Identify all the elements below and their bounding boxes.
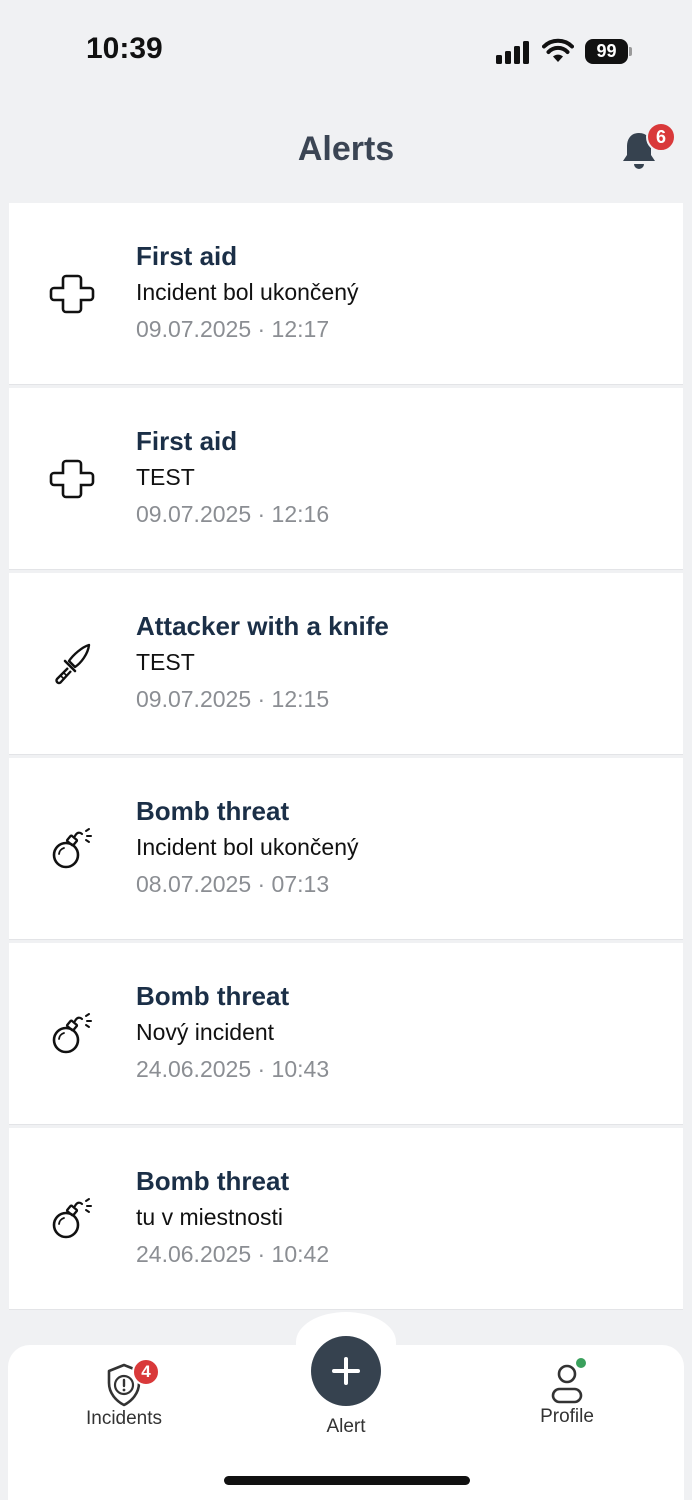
- tab-incidents[interactable]: 4 Incidents: [76, 1358, 172, 1430]
- status-bar: 10:39 99: [0, 0, 692, 100]
- alert-list-item[interactable]: First aid Incident bol ukončený 09.07.20…: [9, 203, 683, 384]
- alert-list-item[interactable]: Bomb threat tu v miestnosti 24.06.2025 ·…: [9, 1128, 683, 1309]
- bomb-icon: [52, 1198, 92, 1239]
- alert-message: TEST: [136, 464, 195, 490]
- alert-list-item[interactable]: Attacker with a knife TEST 09.07.2025 · …: [9, 573, 683, 754]
- new-alert-button[interactable]: [311, 1336, 381, 1406]
- alert-list-item[interactable]: Bomb threat Incident bol ukončený 08.07.…: [9, 758, 683, 939]
- notification-badge: 6: [646, 122, 676, 152]
- alert-timestamp: 09.07.2025 · 12:16: [136, 501, 330, 527]
- plus-icon: [332, 1357, 360, 1385]
- alert-message: tu v miestnosti: [136, 1204, 283, 1230]
- alert-timestamp: 08.07.2025 · 07:13: [136, 871, 330, 897]
- tab-profile[interactable]: Profile: [520, 1356, 614, 1428]
- alert-title: First aid: [136, 241, 238, 271]
- alert-title: Bomb threat: [136, 981, 290, 1011]
- battery-icon: 99: [585, 39, 632, 64]
- tab-alert-label: Alert: [326, 1416, 366, 1437]
- alert-list-item[interactable]: Bomb threat Nový incident 24.06.2025 · 1…: [9, 943, 683, 1124]
- alert-title: Bomb threat: [136, 796, 290, 826]
- battery-level: 99: [585, 39, 628, 64]
- alert-list: First aid Incident bol ukončený 09.07.20…: [9, 203, 683, 1313]
- alert-title: First aid: [136, 426, 238, 456]
- tab-incidents-label: Incidents: [85, 1408, 163, 1429]
- first-aid-cross-icon: [49, 459, 95, 499]
- tab-profile-label: Profile: [540, 1406, 594, 1427]
- status-time: 10:39: [86, 32, 163, 65]
- alert-message: Incident bol ukončený: [136, 834, 359, 860]
- bomb-icon: [52, 828, 92, 869]
- alert-message: Incident bol ukončený: [136, 279, 359, 305]
- incidents-badge: 4: [132, 1358, 160, 1386]
- home-indicator[interactable]: [224, 1476, 470, 1485]
- alert-message: TEST: [136, 649, 195, 675]
- wifi-icon: [542, 38, 574, 62]
- alert-title: Bomb threat: [136, 1166, 290, 1196]
- alert-timestamp: 24.06.2025 · 10:42: [136, 1241, 330, 1267]
- online-status-dot: [574, 1356, 588, 1370]
- alert-timestamp: 24.06.2025 · 10:43: [136, 1056, 330, 1082]
- alert-list-item[interactable]: First aid TEST 09.07.2025 · 12:16: [9, 388, 683, 569]
- first-aid-cross-icon: [49, 274, 95, 314]
- signal-icon: [496, 41, 529, 64]
- alert-timestamp: 09.07.2025 · 12:17: [136, 316, 330, 342]
- alert-title: Attacker with a knife: [136, 611, 389, 641]
- knife-icon: [55, 643, 91, 685]
- alert-timestamp: 09.07.2025 · 12:15: [136, 686, 330, 712]
- bomb-icon: [52, 1013, 92, 1054]
- alert-message: Nový incident: [136, 1019, 275, 1045]
- tab-alert[interactable]: Alert: [298, 1336, 394, 1438]
- page-title: Alerts: [297, 130, 395, 168]
